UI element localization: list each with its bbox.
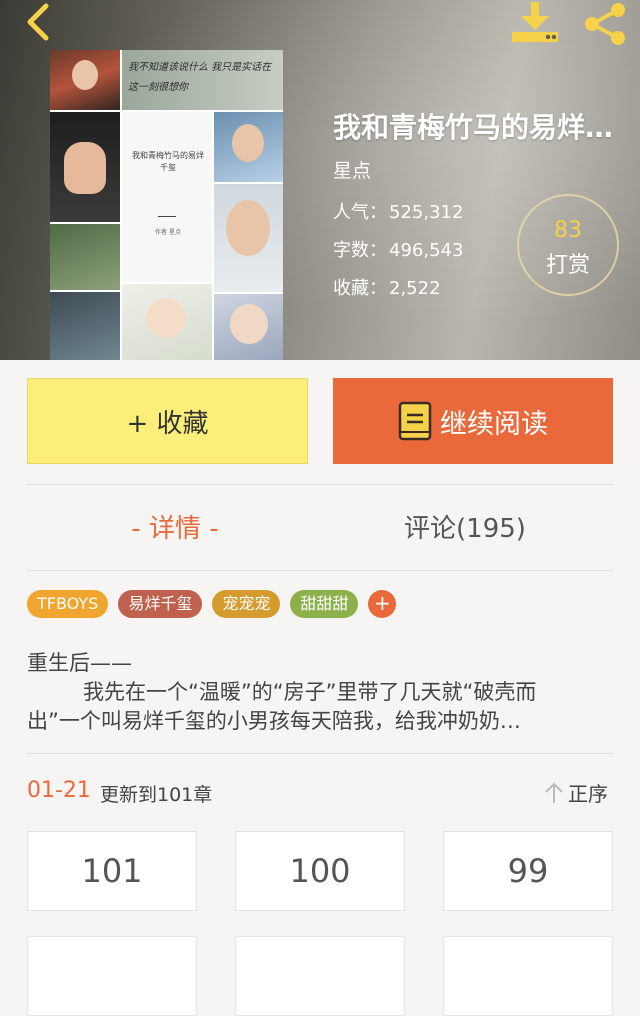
back-arrow-icon[interactable] [18, 2, 58, 42]
tag-chip[interactable]: 宠宠宠 [212, 590, 281, 618]
update-status: 更新到101章 [100, 784, 213, 806]
favorite-label: + 收藏 [126, 408, 209, 439]
divider [27, 570, 613, 571]
stat-popularity: 人气： 525,312 [333, 198, 463, 224]
cover-photo [214, 184, 283, 292]
share-icon[interactable] [580, 2, 630, 46]
synopsis-line: 重生后—— [27, 651, 132, 675]
tab-comments[interactable]: 评论(195) [380, 508, 550, 545]
stat-word-count: 字数： 496,543 [333, 236, 463, 262]
synopsis[interactable]: 重生后—— 我先在一个“温暖”的“房子”里带了几天就“破壳而 出”一个叫易烊千玺… [27, 649, 617, 736]
stat-label: 人气： [333, 202, 387, 223]
cover-illustration [122, 284, 212, 360]
cover-photo [50, 50, 120, 110]
tag-chip[interactable]: 甜甜甜 [290, 590, 359, 618]
book-cover[interactable]: 我不知道该说什么 我只是实话在这一刻很想你 我和青梅竹马的易烊千玺 作者 星点 [50, 50, 283, 360]
stat-value: 2,522 [389, 278, 441, 299]
divider [27, 753, 613, 754]
add-tag-button[interactable]: + [368, 590, 397, 618]
stat-value: 496,543 [389, 240, 464, 261]
chapter-cell[interactable] [443, 936, 613, 1016]
tag-chip[interactable]: TFBOYS [27, 590, 109, 618]
arrow-up-icon [545, 782, 563, 803]
cover-mini-author: 作者 星点 [155, 229, 181, 236]
tag-chip[interactable]: 易烊千玺 [118, 590, 203, 618]
book-author[interactable]: 星点 [333, 156, 371, 183]
cover-photo [50, 112, 120, 222]
cover-mini-title: 我和青梅竹马的易烊千玺 [132, 151, 204, 172]
read-label: 继续阅读 [440, 408, 548, 440]
cover-handwriting: 我不知道该说什么 我只是实话在这一刻很想你 [128, 62, 272, 93]
add-to-favorites-button[interactable]: + 收藏 [27, 378, 308, 464]
reward-button[interactable]: 83 打赏 [517, 194, 619, 296]
sort-label: 正序 [568, 782, 608, 806]
tag-list: TFBOYS 易烊千玺 宠宠宠 甜甜甜 + [27, 590, 397, 618]
sort-toggle[interactable]: 正序 [544, 778, 608, 807]
cover-illustration [214, 294, 283, 360]
divider [27, 484, 613, 485]
book-header: 我不知道该说什么 我只是实话在这一刻很想你 我和青梅竹马的易烊千玺 作者 星点 … [0, 0, 640, 360]
synopsis-line: 出”一个叫易烊千玺的小男孩每天陪我，给我冲奶奶… [27, 709, 521, 733]
chapter-cell[interactable]: 99 [443, 831, 613, 911]
book-icon [398, 401, 432, 441]
chapter-cell[interactable] [235, 936, 405, 1016]
chapter-cell[interactable]: 101 [27, 831, 197, 911]
chapter-cell[interactable] [27, 936, 197, 1016]
reward-count: 83 [554, 218, 582, 243]
book-title: 我和青梅竹马的易烊… [333, 111, 614, 144]
cover-photo [50, 224, 120, 290]
cover-photo [50, 292, 120, 360]
synopsis-line: 我先在一个“温暖”的“房子”里带了几天就“破壳而 [83, 680, 537, 704]
cover-handwriting-panel: 我不知道该说什么 我只是实话在这一刻很想你 [122, 50, 283, 110]
tab-detail[interactable]: - 详情 - [100, 508, 250, 545]
cover-photo [214, 112, 283, 182]
cover-divider [158, 216, 176, 217]
download-icon[interactable] [510, 2, 560, 44]
cover-title-panel: 我和青梅竹马的易烊千玺 作者 星点 [122, 112, 212, 282]
update-date: 01-21 [27, 778, 91, 803]
stat-label: 收藏： [333, 278, 387, 299]
continue-reading-button[interactable]: 继续阅读 [333, 378, 613, 464]
stat-value: 525,312 [389, 202, 464, 223]
chapter-cell[interactable]: 100 [235, 831, 405, 911]
stat-label: 字数： [333, 240, 387, 261]
stat-favorites: 收藏： 2,522 [333, 274, 441, 300]
reward-label: 打赏 [545, 253, 590, 278]
